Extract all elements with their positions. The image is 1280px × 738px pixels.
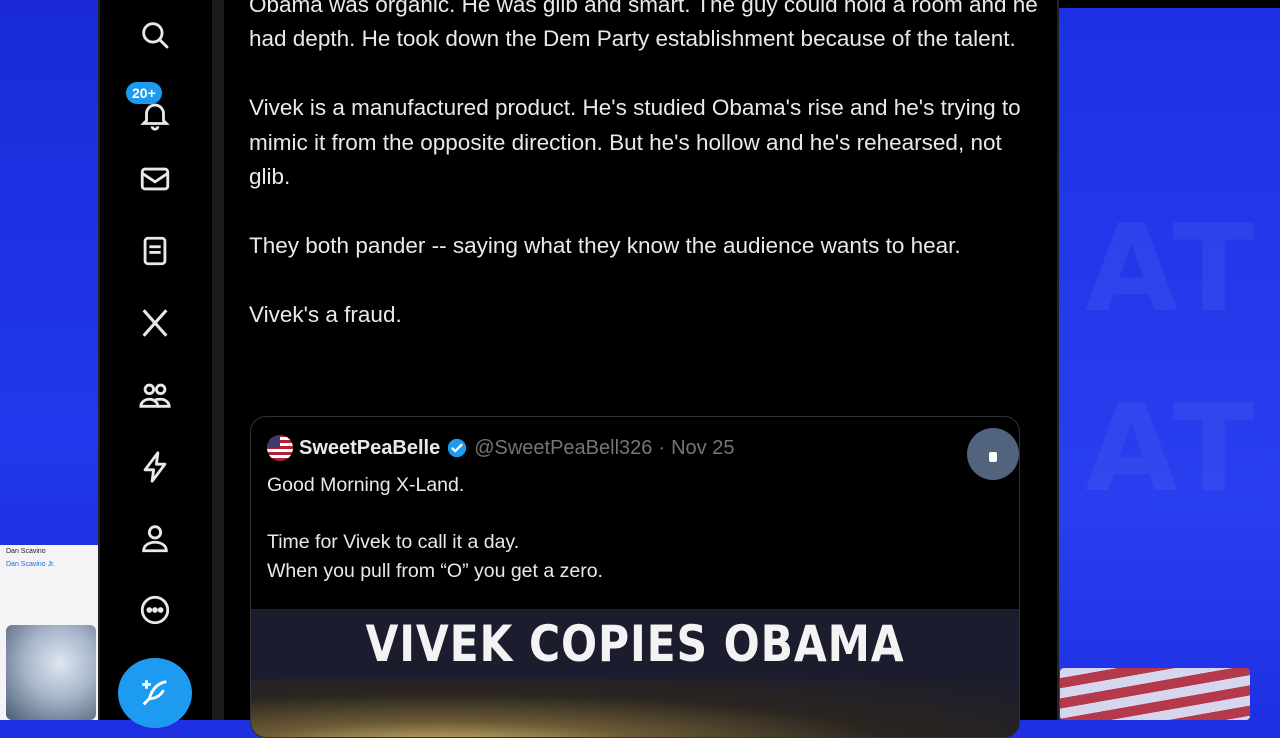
main-timeline: Obama was organic. He was glib and smart… [224,0,1057,738]
separator: · [658,436,666,459]
tweet-paragraph: Obama was organic. He was glib and smart… [249,0,1038,52]
nav-messages[interactable] [132,156,178,202]
quote-date[interactable]: Nov 25 [671,437,734,460]
avatar[interactable] [267,435,293,461]
quote-author-name[interactable]: SweetPeaBelle [299,437,440,460]
people-icon [139,383,171,408]
post-button[interactable] [118,658,192,728]
feather-plus-icon [142,680,167,706]
person-icon [142,525,168,553]
search-icon [142,22,169,49]
quote-line: When you pull from “O” you get a zero. [267,560,603,582]
quote-media-image[interactable]: VIVEK COPIES OBAMA [251,609,1019,737]
notifications-badge: 20+ [126,82,162,104]
column-divider [212,0,224,720]
lightning-icon [143,451,167,483]
tweet-paragraph: Vivek is a manufactured product. He's st… [249,95,1021,190]
quote-line: Good Morning X-Land. [267,474,465,496]
nav-communities[interactable] [132,372,178,418]
quote-body: Good Morning X-Land. Time for Vivek to c… [267,471,997,586]
thumbnail-image [6,625,96,720]
tweet-text: Obama was organic. He was glib and smart… [249,0,1039,366]
mouse-cursor-indicator [967,428,1019,480]
x-logo-icon [142,309,168,337]
tweet-paragraph: They both pander -- saying what they kno… [249,232,961,258]
quote-line: Time for Vivek to call it a day. [267,531,520,553]
thumbnail-line: Dan Scavino Jr. [6,561,56,568]
media-title: VIVEK COPIES OBAMA [365,615,905,673]
nav-lists[interactable] [132,228,178,274]
quote-author-handle[interactable]: @SweetPeaBell326 [474,437,652,460]
x-app-window: 20+ Obama was organic. He was glib and s… [98,0,1059,738]
nav-premium[interactable] [132,300,178,346]
video-thumbnail: Dan Scavino Dan Scavino Jr. [0,545,98,720]
nav-search[interactable] [132,12,178,58]
backdrop-right [1055,0,1280,720]
quoted-tweet[interactable]: SweetPeaBelle @SweetPeaBell326 · Nov 25 … [250,416,1020,738]
list-icon [143,236,167,266]
tweet-paragraph: Vivek's a fraud. [249,301,402,327]
verified-badge-icon [446,437,468,459]
nav-profile[interactable] [132,515,178,561]
backdrop-watermark: AT [1085,380,1259,519]
backdrop-watermark: AT [1085,200,1259,339]
nav-verified-orgs[interactable] [132,444,178,490]
quote-header: SweetPeaBelle @SweetPeaBell326 · Nov 25 [267,435,734,461]
mail-icon [140,167,170,191]
flag-image [1060,668,1250,720]
more-circle-icon [140,595,170,625]
nav-more[interactable] [132,587,178,633]
thumbnail-line: Dan Scavino [6,548,46,555]
media-scene [251,679,1019,737]
sidebar-nav: 20+ [100,0,212,728]
